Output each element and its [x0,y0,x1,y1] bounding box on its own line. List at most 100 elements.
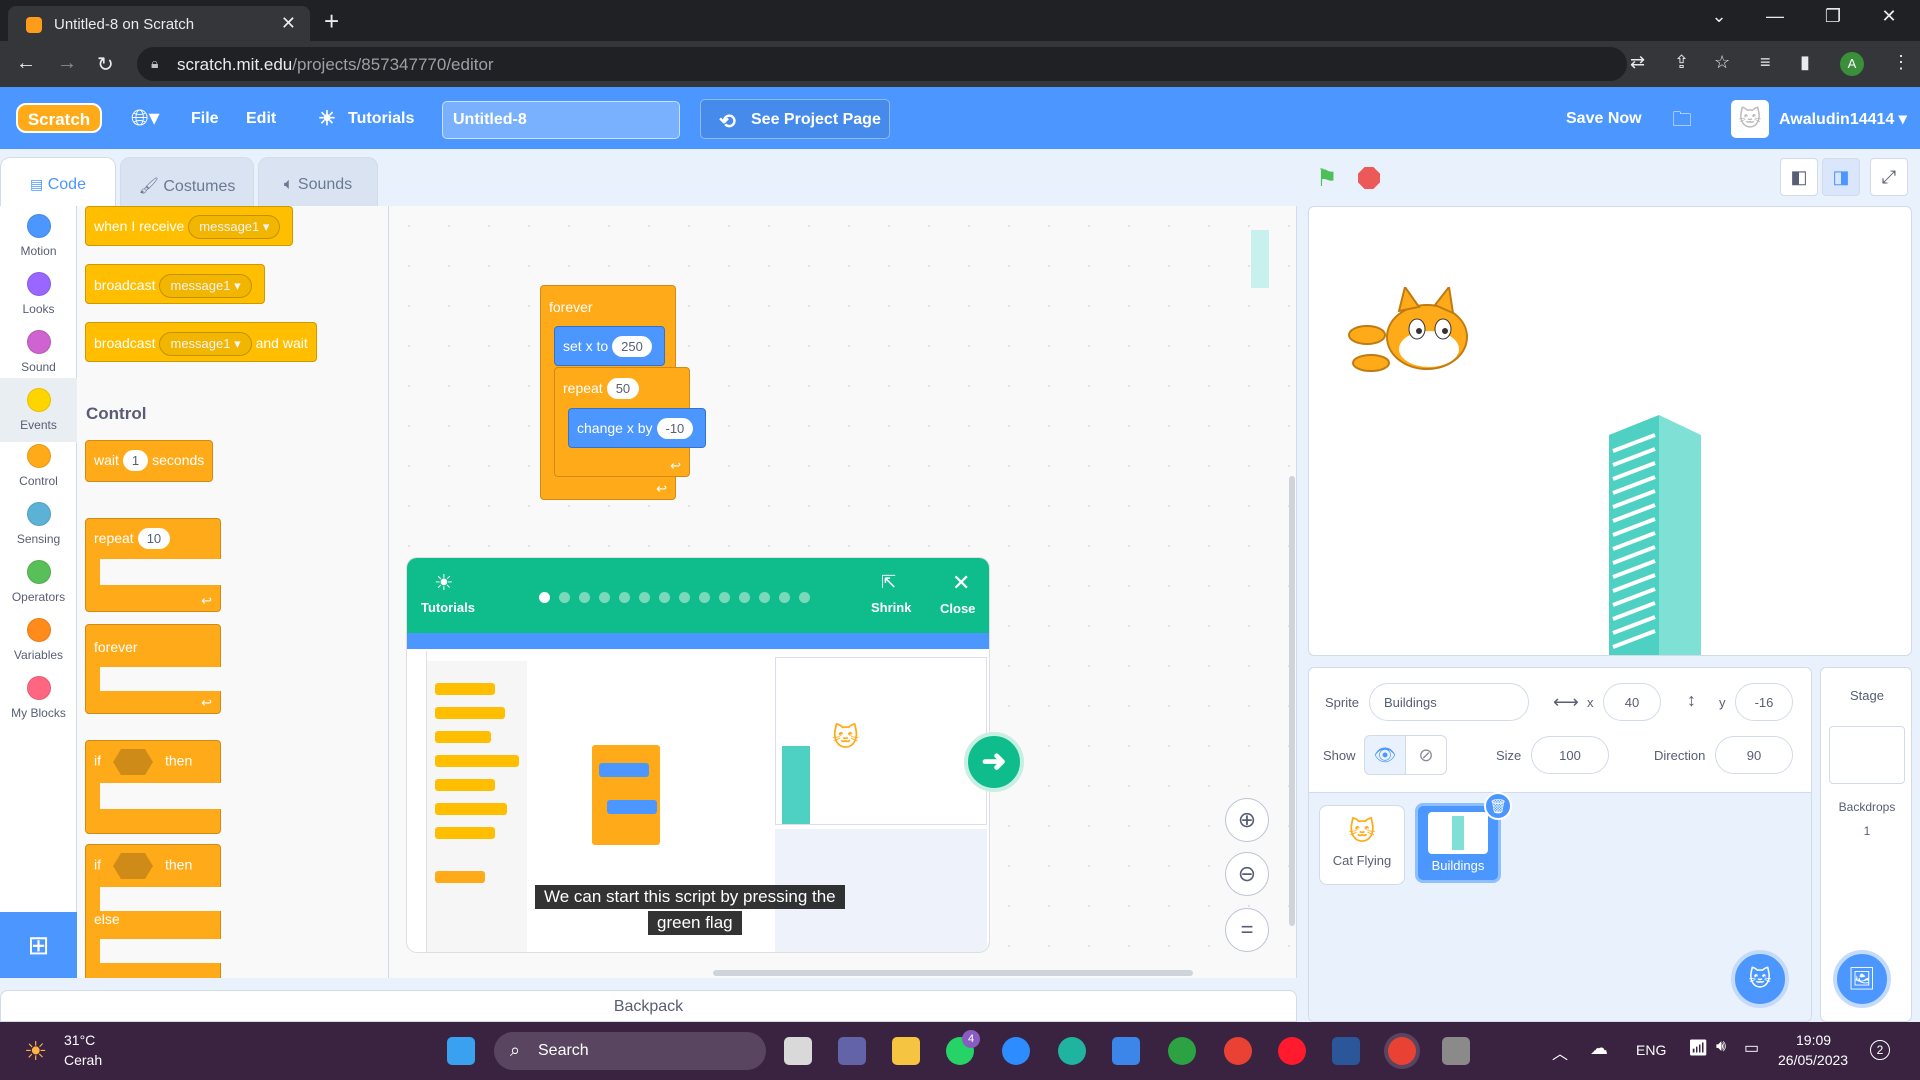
step-dot[interactable] [619,592,630,603]
battery-icon[interactable]: ▭ [1744,1038,1759,1058]
step-dot[interactable] [699,592,710,603]
tab-sounds[interactable]: 🔈︎ Sounds [258,157,378,206]
when-i-receive-block[interactable]: when I receive message1 ▾ [85,206,294,246]
shrink-button[interactable]: Shrink [871,600,911,615]
language-indicator[interactable]: ENG [1636,1042,1666,1058]
next-step-button[interactable]: ➜ [964,732,1024,792]
reload-icon[interactable]: ↻ [97,52,114,77]
show-hidden-icons-chevron-icon[interactable]: ︿ [1552,1040,1568,1064]
delete-sprite-icon[interactable]: 🗑︎ [1484,792,1512,820]
repeat-count-input[interactable]: 50 [606,378,640,399]
tab-code[interactable]: ▤ Code [0,157,116,206]
category-control[interactable]: Control [0,444,77,488]
share-icon[interactable]: ⇪ [1674,52,1689,73]
choose-sprite-button[interactable]: 🐱︎ [1731,950,1789,1008]
translate-icon[interactable]: ⇄ [1630,52,1645,73]
reading-list-icon[interactable]: ≡ [1760,52,1771,73]
choose-backdrop-button[interactable]: 🖼︎ [1833,950,1891,1008]
step-dot[interactable] [679,592,690,603]
y-position-input[interactable]: -16 [1735,683,1793,721]
step-dot[interactable] [639,592,650,603]
browser-tab[interactable]: Untitled-8 on Scratch ✕ [8,6,310,41]
zoom-icon[interactable] [1002,1037,1030,1065]
tab-search-icon[interactable]: ⌄ [1696,6,1742,27]
repeat-count-input[interactable]: 10 [137,528,171,549]
restore-icon[interactable]: ❐ [1810,6,1856,27]
if-then-block[interactable]: if then [85,740,224,834]
step-dot[interactable] [659,592,670,603]
message-dropdown[interactable]: message1 ▾ [188,215,281,239]
condition-slot[interactable] [113,853,153,879]
if-then-else-block[interactable]: if then else [85,844,224,978]
opera-icon[interactable] [1278,1037,1306,1065]
step-dot[interactable] [579,592,590,603]
edge-icon[interactable] [1058,1037,1086,1065]
horizontal-scrollbar[interactable] [713,970,1193,976]
change-x-input[interactable]: -10 [656,418,694,439]
message-dropdown[interactable]: message1 ▾ [159,332,252,356]
user-avatar[interactable]: 🐱︎ [1731,100,1769,138]
onedrive-cloud-icon[interactable]: ☁ [1590,1038,1608,1059]
step-dot[interactable] [779,592,790,603]
category-operators[interactable]: Operators [0,560,77,604]
step-dot[interactable] [559,592,570,603]
scratch-logo[interactable]: Scratch [16,103,102,133]
close-tab-icon[interactable]: ✕ [281,13,296,34]
step-dot[interactable] [799,592,810,603]
forever-block[interactable]: forever ↩ [85,624,224,714]
green-flag-icon[interactable]: ⚑ [1316,164,1338,193]
normal-stage-button[interactable]: ◨ [1822,158,1860,196]
xbox-icon[interactable] [1168,1037,1196,1065]
stage-selector[interactable]: Stage Backdrops 1 🖼︎ [1820,667,1912,1022]
close-window-icon[interactable]: ✕ [1866,6,1912,27]
add-extension-button[interactable]: ⊞ [0,912,77,978]
x-position-input[interactable]: 40 [1603,683,1661,721]
wait-block[interactable]: wait 1 seconds [85,440,214,482]
back-icon[interactable]: ← [16,52,36,75]
direction-input[interactable]: 90 [1715,736,1793,774]
category-sound[interactable]: Sound [0,330,77,374]
zoom-in-button[interactable]: ⊕ [1225,798,1269,842]
change-x-block[interactable]: change x by -10 [568,408,707,448]
task-view-icon[interactable] [784,1037,812,1065]
profile-avatar[interactable]: A [1840,52,1864,76]
small-stage-button[interactable]: ◧ [1780,158,1818,196]
sprite-thumb-cat-flying[interactable]: 🐱︎ Cat Flying [1319,805,1405,885]
category-variables[interactable]: Variables [0,618,77,662]
step-dot[interactable] [739,592,750,603]
show-visible-eye-icon[interactable]: 👁︎ [1364,735,1406,775]
stage-thumbnail[interactable] [1829,726,1905,784]
forward-icon[interactable]: → [57,52,77,75]
step-dot[interactable] [599,592,610,603]
backpack-header[interactable]: Backpack [0,990,1297,1022]
bookmark-star-icon[interactable]: ☆ [1714,52,1730,73]
category-events[interactable]: Events [0,378,77,442]
project-title-input[interactable]: Untitled-8 [442,101,680,139]
category-my-blocks[interactable]: My Blocks [0,676,77,720]
weather-icon[interactable]: ☀ [24,1036,47,1067]
set-x-block[interactable]: set x to 250 [554,326,665,366]
account-menu[interactable]: Awaludin14414 ▾ [1779,109,1907,129]
chrome-icon[interactable] [1224,1037,1252,1065]
taskbar-search-box[interactable]: ⌕ Search [494,1032,766,1070]
windows-start-icon[interactable] [447,1037,475,1065]
step-dot[interactable] [759,592,770,603]
language-globe-icon[interactable]: 🌐︎▾ [131,105,160,131]
minimize-icon[interactable]: — [1752,6,1798,27]
hide-eye-slash-icon[interactable]: ⊘ [1405,735,1447,775]
file-explorer-icon[interactable] [892,1037,920,1065]
chrome-active-icon[interactable] [1388,1037,1416,1065]
repeat-block[interactable]: repeat 10 ↩ [85,518,224,612]
side-panel-icon[interactable]: ▮ [1800,52,1810,73]
volume-icon[interactable]: 🔊︎ [1716,1038,1726,1056]
message-dropdown[interactable]: message1 ▾ [159,274,252,298]
wait-seconds-input[interactable]: 1 [122,450,149,471]
stop-sign-icon[interactable] [1358,167,1380,189]
size-input[interactable]: 100 [1531,736,1609,774]
broadcast-and-wait-block[interactable]: broadcast message1 ▾ and wait [85,322,317,362]
stage-canvas[interactable] [1308,206,1912,656]
step-dot[interactable] [719,592,730,603]
sprite-thumb-buildings[interactable]: Buildings 🗑︎ [1415,792,1512,883]
file-menu[interactable]: File [191,110,219,128]
my-stuff-folder-icon[interactable]: 🗀 [1672,105,1692,139]
